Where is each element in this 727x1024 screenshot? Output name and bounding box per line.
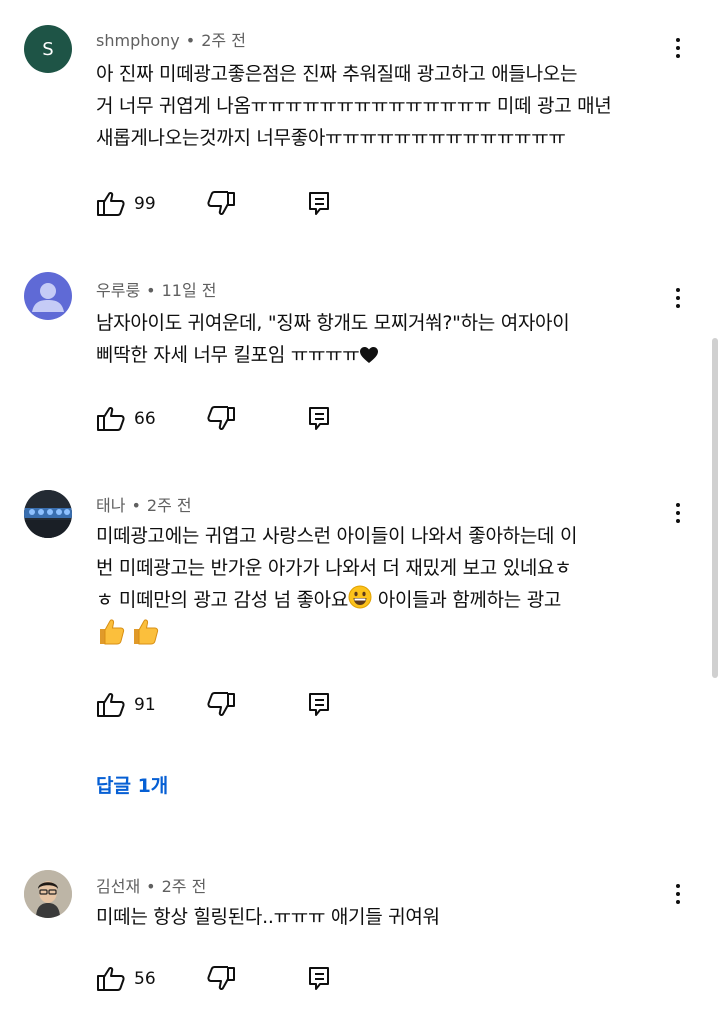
profile-photo-icon — [24, 490, 72, 538]
author-name[interactable]: 우루룽 — [96, 281, 140, 300]
author-name[interactable]: 김선재 — [96, 877, 140, 896]
reply-icon — [309, 407, 329, 430]
separator-dot: • — [185, 31, 196, 50]
comment-meta: shmphony • 2주 전 — [96, 27, 246, 51]
avatar[interactable] — [24, 272, 72, 320]
comment-time[interactable]: 2주 전 — [201, 31, 246, 50]
comment-time[interactable]: 2주 전 — [162, 877, 207, 896]
default-user-avatar-icon — [32, 283, 64, 312]
separator-dot: • — [146, 281, 156, 300]
dislike-button[interactable] — [206, 189, 236, 221]
reply-button[interactable] — [306, 404, 332, 436]
avatar[interactable] — [24, 870, 72, 918]
thumbs-up-icon — [97, 966, 125, 991]
comment-text-body: 남자아이도 귀여운데, "징짜 항개도 모찌거쒀?"하는 여자아이 삐딱한 자세… — [96, 312, 570, 366]
like-button[interactable]: 66 — [96, 406, 156, 432]
like-count: 91 — [134, 695, 156, 715]
view-replies-button[interactable]: 답글 1개 — [96, 771, 168, 798]
thumbs-down-icon — [207, 406, 235, 431]
comment-text: 미떼광고에는 귀엽고 사랑스런 아이들이 나와서 좋아하는데 이 번 미떼광고는… — [96, 520, 686, 653]
profile-photo-icon — [24, 870, 72, 918]
thumbs-down-icon — [207, 966, 235, 991]
comment-text: 남자아이도 귀여운데, "징짜 항개도 모찌거쒀?"하는 여자아이 삐딱한 자세… — [96, 307, 686, 371]
thumbs-down-icon — [207, 692, 235, 717]
thumbs-up-emoji-icon — [134, 619, 159, 645]
like-button[interactable]: 56 — [96, 966, 156, 992]
thumbs-up-emoji-icon — [100, 619, 125, 645]
like-button[interactable]: 91 — [96, 692, 156, 718]
reply-icon — [309, 967, 329, 990]
dislike-button[interactable] — [206, 690, 236, 722]
reply-icon — [309, 192, 329, 215]
reply-button[interactable] — [306, 964, 332, 996]
comment-actions: 99 — [96, 189, 329, 219]
like-count: 66 — [134, 409, 156, 429]
grinning-face-icon — [348, 585, 372, 609]
heart-icon — [360, 347, 379, 363]
comment-time[interactable]: 2주 전 — [147, 496, 192, 515]
comment-actions: 56 — [96, 964, 329, 994]
like-count: 99 — [134, 194, 156, 214]
like-button[interactable]: 99 — [96, 191, 156, 217]
dislike-button[interactable] — [206, 964, 236, 996]
thumbs-up-icon — [97, 191, 125, 216]
comment-text: 미떼는 항상 힐링된다..ㅠㅠㅠ 애기들 귀여워 — [96, 906, 440, 928]
avatar-letter: S — [42, 38, 54, 60]
comment-meta: 김선재 • 2주 전 — [96, 873, 206, 897]
author-name[interactable]: 태나 — [96, 496, 125, 515]
avatar[interactable]: S — [24, 25, 72, 73]
comment-text-tail: 아이들과 함께하는 광고 — [372, 589, 562, 611]
like-count: 56 — [134, 969, 156, 989]
separator-dot: • — [131, 496, 141, 515]
comment-meta: 우루룽 • 11일 전 — [96, 277, 217, 301]
scrollbar[interactable] — [712, 338, 718, 678]
comment-actions: 91 — [96, 690, 329, 720]
reply-button[interactable] — [306, 189, 332, 221]
avatar[interactable] — [24, 490, 72, 538]
comment-time[interactable]: 11일 전 — [162, 281, 217, 300]
dislike-button[interactable] — [206, 404, 236, 436]
author-name[interactable]: shmphony — [96, 31, 180, 50]
reply-button[interactable] — [306, 690, 332, 722]
thumbs-up-icon — [97, 406, 125, 431]
thumbs-down-icon — [207, 191, 235, 216]
comment-text: 아 진짜 미떼광고좋은점은 진짜 추워질때 광고하고 애들나오는 거 너무 귀엽… — [96, 63, 612, 149]
thumbs-up-icon — [97, 692, 125, 717]
comment-actions: 66 — [96, 404, 329, 434]
separator-dot: • — [146, 877, 156, 896]
comment-meta: 태나 • 2주 전 — [96, 492, 192, 516]
reply-icon — [309, 693, 329, 716]
